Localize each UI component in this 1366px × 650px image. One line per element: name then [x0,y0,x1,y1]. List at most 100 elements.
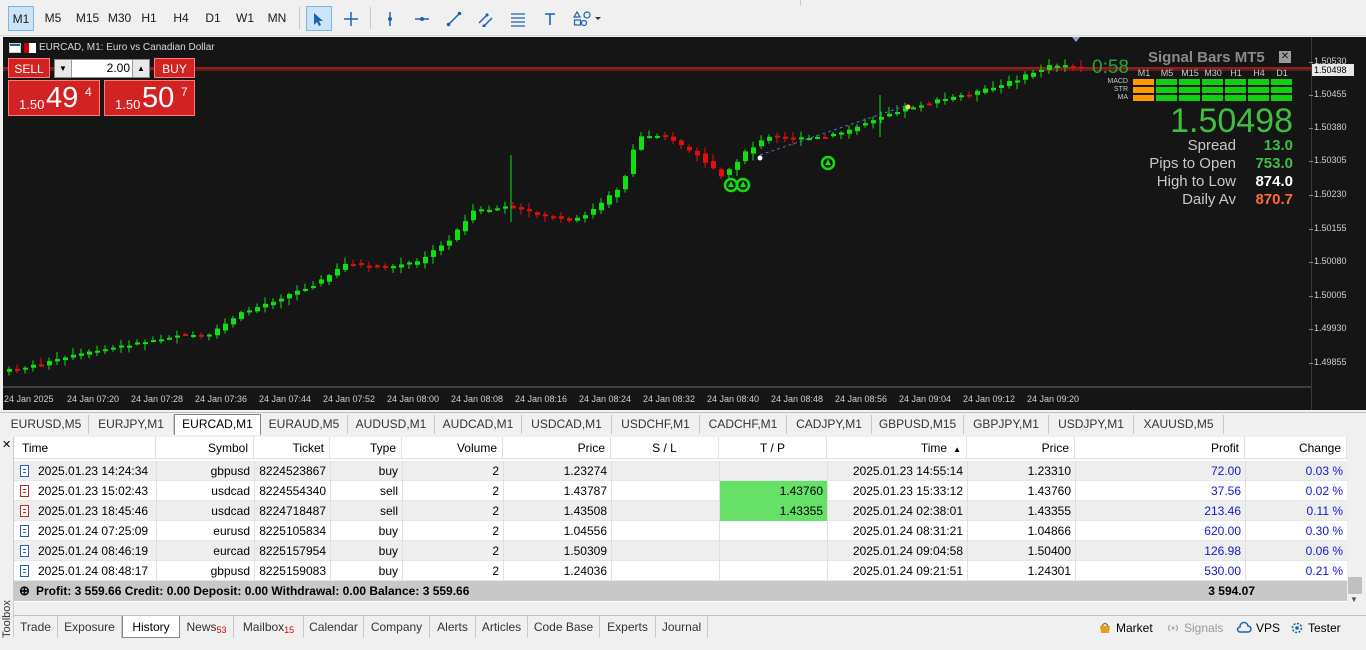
tab-trade[interactable]: Trade [14,616,58,638]
column-header-change[interactable]: Change [1245,437,1347,459]
candle-body [911,107,916,110]
sell-price-box[interactable]: 1.50 49 4 [8,80,100,116]
cell-profit: 213.46 [1075,501,1245,521]
timeframe-h1[interactable]: H1 [136,6,162,31]
fibonacci-tool-icon[interactable] [505,6,531,31]
scrollbar-thumb[interactable] [1348,577,1362,594]
lot-size-input[interactable]: 2.00 [73,60,133,77]
column-header-price2[interactable]: Price [967,437,1075,459]
stat-value: 753.0 [1255,155,1293,172]
chart-tab-audusd-m1[interactable]: AUDUSD,M1 [348,415,435,434]
chart-tab-usdjpy-m1[interactable]: USDJPY,M1 [1049,415,1134,434]
trendline-tool-icon[interactable] [441,6,467,31]
chart-tab-gbpjpy-m1[interactable]: GBPJPY,M1 [964,415,1049,434]
table-row[interactable]: 2025.01.23 14:24:34 gbpusd 8224523867 buy 2 1… [14,461,1347,481]
chart-tab-cadchf-m1[interactable]: CADCHF,M1 [700,415,787,434]
timeframe-d1[interactable]: D1 [200,6,226,31]
toolbar-separator [370,7,371,29]
column-header-type[interactable]: Type [330,437,402,459]
tab-journal[interactable]: Journal [656,616,708,638]
timeframe-m15[interactable]: M15 [72,6,103,31]
tab-exposure[interactable]: Exposure [58,616,122,638]
chart-tab-eurusd-m5[interactable]: EURUSD,M5 [4,415,89,434]
tab-articles[interactable]: Articles [476,616,528,638]
chart-tab-usdchf-m1[interactable]: USDCHF,M1 [612,415,700,434]
table-scrollbar[interactable]: ▼ [1347,437,1364,604]
cell-sl [611,481,719,501]
candle-body [575,217,580,221]
table-row[interactable]: 2025.01.23 15:02:43 usdcad 8224554340 sell 2… [14,481,1347,501]
buy-button[interactable]: BUY [154,58,195,78]
signal-bar-cell [1156,87,1177,93]
close-icon[interactable]: ✕ [2,438,11,451]
timeframe-m5[interactable]: M5 [40,6,66,31]
chart-tab-euraud-m5[interactable]: EURAUD,M5 [261,415,348,434]
timeframe-m30[interactable]: M30 [104,6,135,31]
trade-history-line [759,104,909,156]
horizontal-line-tool-icon[interactable] [409,6,435,31]
chart-tab-eurjpy-m1[interactable]: EURJPY,M1 [89,415,174,434]
candle-body [135,342,140,345]
table-row[interactable]: 2025.01.24 08:48:17 gbpusd 8225159083 buy 2 1… [14,561,1347,581]
cell-profit: 530.00 [1075,561,1245,581]
column-header-profit[interactable]: Profit [1075,437,1245,459]
expand-icon[interactable]: ⊕ [19,581,30,601]
column-header-volume[interactable]: Volume [402,437,503,459]
channel-tool-icon[interactable] [473,6,499,31]
chart-window[interactable]: EURCAD, M1: Euro vs Canadian Dollar SELL… [3,37,1311,410]
price-label: 1.50155 [1314,223,1347,233]
candle-body [343,264,348,270]
timeframe-m1[interactable]: M1 [8,6,34,31]
chart-tab-xauusd-m5[interactable]: XAUUSD,M5 [1134,415,1224,434]
right-tab-vps[interactable]: VPS [1236,618,1280,638]
chart-tab-usdcad-m1[interactable]: USDCAD,M1 [522,415,612,434]
right-tab-market[interactable]: Market [1098,618,1153,638]
candle-body [847,129,852,134]
chart-tab-eurcad-m1[interactable]: EURCAD,M1 [174,414,261,435]
right-tab-label: Signals [1184,621,1224,635]
crosshair-tool-icon[interactable] [338,6,364,31]
column-header-ticket[interactable]: Ticket [254,437,330,459]
tab-mailbox[interactable]: Mailbox15 [234,616,304,638]
candle-body [415,261,420,265]
tab-news[interactable]: News53 [180,616,234,638]
candle-body [7,369,12,372]
table-row[interactable]: 2025.01.24 08:46:19 eurcad 8225157954 buy 2 1… [14,541,1347,561]
shapes-tool-icon[interactable] [569,6,605,31]
tab-history[interactable]: History [122,616,180,638]
timeframe-mn[interactable]: MN [264,6,290,31]
tab-calendar[interactable]: Calendar [304,616,364,638]
tab-alerts[interactable]: Alerts [430,616,476,638]
right-tab-signals[interactable]: Signals [1166,618,1223,638]
scroll-down-icon[interactable]: ▼ [1350,595,1358,604]
buy-price-box[interactable]: 1.50 50 7 [104,80,195,116]
right-tab-tester[interactable]: Tester [1290,618,1341,638]
signal-row-label: MACD [1107,78,1128,85]
sell-button[interactable]: SELL [8,58,50,78]
timeframe-w1[interactable]: W1 [232,6,258,31]
chart-tab-gbpusd-m15[interactable]: GBPUSD,M15 [872,415,964,434]
lot-size-stepper[interactable]: ▼ 2.00 ▲ [54,59,150,78]
table-row[interactable]: 2025.01.23 18:45:46 usdcad 8224718487 sell 2… [14,501,1347,521]
close-icon[interactable]: ✕ [1279,51,1291,63]
tab-experts[interactable]: Experts [600,616,656,638]
price-scale[interactable]: 1.50530 1.50455 1.50380 1.50305 1.50230 1.501… [1309,37,1366,410]
sell-order-icon [20,485,29,497]
chart-tab-cadjpy-m1[interactable]: CADJPY,M1 [787,415,872,434]
column-header-tp[interactable]: T / P [719,437,827,459]
column-header-price[interactable]: Price [503,437,611,459]
lot-decrease-icon[interactable]: ▼ [55,60,72,77]
vertical-line-tool-icon[interactable] [377,6,403,31]
tab-code-base[interactable]: Code Base [528,616,600,638]
lot-increase-icon[interactable]: ▲ [132,60,149,77]
column-header-sl[interactable]: S / L [611,437,719,459]
table-row[interactable]: 2025.01.24 07:25:09 eurusd 8225105834 buy 2 1… [14,521,1347,541]
tab-company[interactable]: Company [364,616,430,638]
timeframe-h4[interactable]: H4 [168,6,194,31]
cursor-tool-icon[interactable] [306,6,332,31]
text-tool-icon[interactable] [537,6,563,31]
column-header-symbol[interactable]: Symbol [156,437,254,459]
chart-tab-audcad-m1[interactable]: AUDCAD,M1 [435,415,522,434]
column-header-time[interactable]: Time [14,437,156,459]
column-header-time2[interactable]: Time ▲ [827,437,967,459]
